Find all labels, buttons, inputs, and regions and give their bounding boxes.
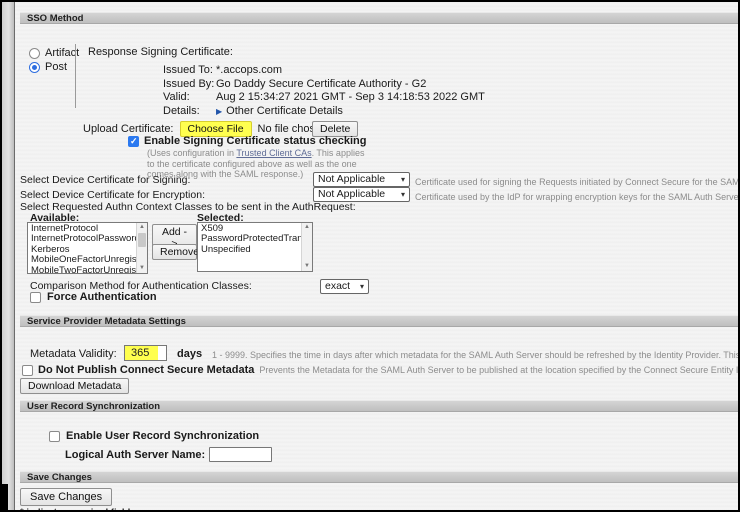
force-authentication-label: Force Authentication [47,291,157,303]
select-value: Not Applicable [318,173,385,186]
device-cert-signing-select[interactable]: Not Applicable ▾ [313,172,410,187]
details-link-label: Other Certificate Details [226,105,343,117]
content-area: SSO Method Artifact Post Response Signin… [19,2,738,510]
logical-auth-server-input[interactable] [209,447,272,462]
chevron-down-icon: ▾ [360,280,364,293]
response-signing-certificate: Response Signing Certificate: Issued To:… [88,46,485,118]
scroll-up-icon[interactable]: ▲ [302,223,312,232]
no-publish-label: Do Not Publish Connect Secure Metadata [38,364,254,376]
cert-label: Valid: [163,91,216,105]
page-left-margin [2,2,15,510]
chevron-down-icon: ▾ [401,173,405,186]
expand-triangle-icon[interactable]: ▶ [216,107,222,116]
metadata-validity-help: 1 - 9999. Specifies the time in days aft… [212,350,738,360]
select-value: exact [325,280,350,293]
enable-sync-row[interactable]: Enable User Record Synchronization [49,430,259,442]
divider [75,44,76,108]
metadata-validity-label: Metadata Validity: [30,348,117,360]
metadata-validity-input[interactable]: 365 [124,345,167,361]
settings-page: SSO Method Artifact Post Response Signin… [0,0,740,512]
required-field-note: * indicates required field [20,507,130,512]
enable-sync-checkbox[interactable] [49,431,60,442]
status-checking-checkbox[interactable] [128,136,139,147]
cert-row-details: Details: ▶ Other Certificate Details [163,105,485,119]
cert-label: Issued To: [163,64,216,78]
section-title: User Record Synchronization [27,401,160,412]
section-title: Save Changes [27,472,92,483]
scroll-down-icon[interactable]: ▼ [137,264,147,273]
device-cert-encryption-select[interactable]: Not Applicable ▾ [313,187,410,202]
section-header-sso-method: SSO Method [20,12,738,24]
list-item[interactable]: Unspecified [201,245,298,255]
comparison-method-select[interactable]: exact ▾ [320,279,369,294]
enable-sync-label: Enable User Record Synchronization [66,430,259,442]
corner-artifact [2,484,8,510]
section-header-save-changes: Save Changes [20,471,738,483]
section-header-user-record: User Record Synchronization [20,400,738,412]
cert-row-valid: Valid: Aug 2 15:34:27 2021 GMT - Sep 3 1… [163,91,485,105]
scrollbar[interactable]: ▲ ▼ [301,223,312,271]
status-checking-row[interactable]: Enable Signing Certificate status checki… [128,135,367,147]
metadata-validity-row: Metadata Validity: 365 days 1 - 9999. Sp… [30,345,738,362]
cert-row-issued-to: Issued To: *.accops.com [163,64,485,78]
scroll-up-icon[interactable]: ▲ [137,223,147,232]
force-authentication-row[interactable]: Force Authentication [30,291,157,303]
note-text: to the certificate configured above as w… [147,159,364,170]
cert-label: Details: [163,105,216,119]
logical-auth-server-row: Logical Auth Server Name: [65,447,272,462]
device-cert-signing-label: Select Device Certificate for Signing: [20,173,190,188]
radio-post[interactable]: Post [29,60,79,74]
section-title: SSO Method [27,13,83,24]
logical-auth-server-label: Logical Auth Server Name: [65,449,205,461]
save-changes-button[interactable]: Save Changes [20,488,112,506]
radio-artifact[interactable]: Artifact [29,46,79,60]
cert-value: *.accops.com [216,64,282,78]
chevron-down-icon: ▾ [401,188,405,201]
device-cert-encryption-help: Certificate used by the IdP for wrapping… [415,190,738,203]
no-publish-checkbox[interactable] [22,365,33,376]
section-title: Service Provider Metadata Settings [27,316,186,327]
scrollbar-thumb[interactable] [138,233,146,247]
no-publish-row: Do Not Publish Connect Secure Metadata P… [22,363,738,377]
note-text: (Uses configuration in [147,148,236,158]
cert-value: Go Daddy Secure Certificate Authority - … [216,78,426,92]
available-listbox[interactable]: InternetProtocol InternetProtocolPasswor… [27,222,148,274]
upload-certificate-label: Upload Certificate: [83,123,174,135]
cert-value: Aug 2 15:34:27 2021 GMT - Sep 3 14:18:53… [216,91,485,105]
days-label: days [177,348,202,360]
scroll-down-icon[interactable]: ▼ [302,262,312,271]
sso-radio-group: Artifact Post [29,46,79,74]
selected-listbox[interactable]: X509 PasswordProtectedTransport Unspecif… [197,222,313,272]
device-cert-signing-row: Select Device Certificate for Signing: N… [20,172,738,188]
radio-post-label: Post [45,61,67,73]
force-authentication-checkbox[interactable] [30,292,41,303]
select-value: Not Applicable [318,188,385,201]
no-publish-help: Prevents the Metadata for the SAML Auth … [259,365,738,375]
status-checking-label: Enable Signing Certificate status checki… [144,135,367,147]
trusted-client-cas-link[interactable]: Trusted Client CAs [236,148,311,158]
list-item[interactable]: MobileTwoFactorUnregistered [31,266,133,274]
cert-label: Issued By: [163,78,216,92]
metadata-validity-value: 365 [125,346,158,360]
cert-row-issued-by: Issued By: Go Daddy Secure Certificate A… [163,78,485,92]
note-text: . This applies [312,148,365,158]
remove-button[interactable]: Remove [152,244,197,260]
section-header-sp-metadata: Service Provider Metadata Settings [20,315,738,327]
radio-artifact-icon[interactable] [29,48,40,59]
certificate-heading: Response Signing Certificate: [88,46,485,58]
other-certificate-details-link[interactable]: ▶ Other Certificate Details [216,105,343,119]
download-metadata-button[interactable]: Download Metadata [20,378,129,394]
radio-post-icon[interactable] [29,62,40,73]
scrollbar[interactable]: ▲ ▼ [136,223,147,273]
